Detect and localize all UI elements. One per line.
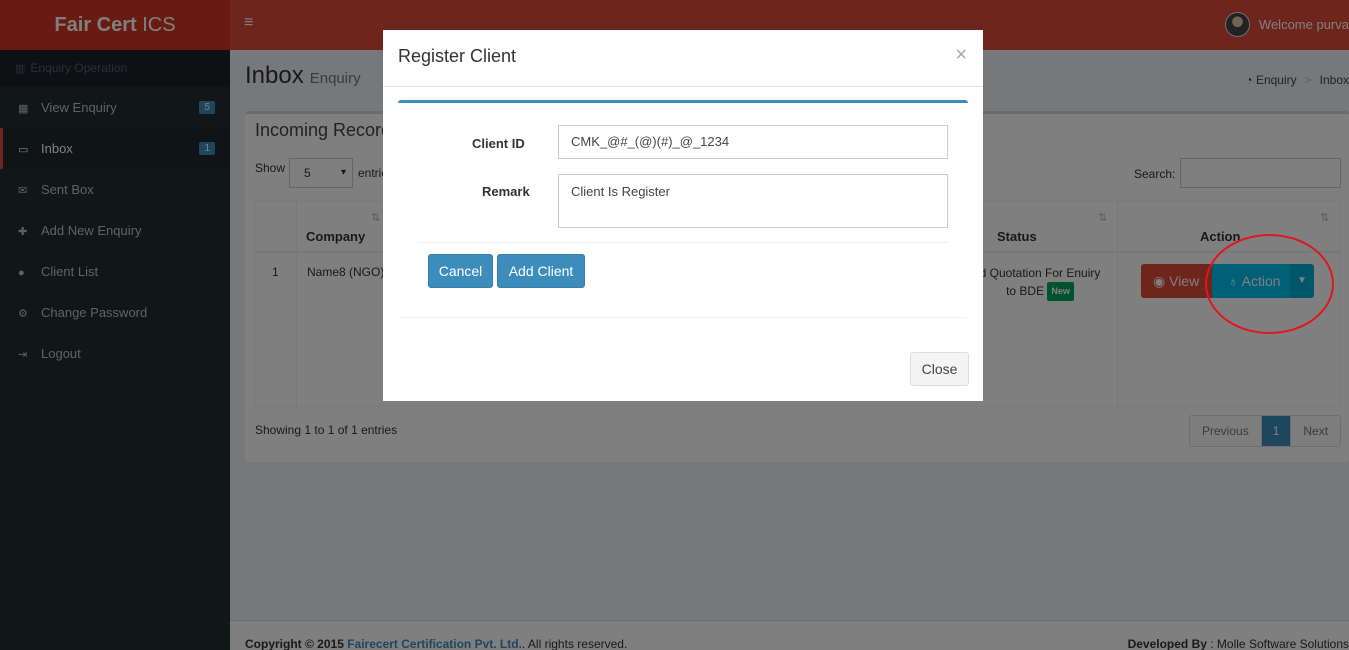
client-id-field[interactable]: CMK_@#_(@)(#)_@_1234	[558, 125, 948, 159]
close-icon[interactable]: ×	[955, 44, 967, 67]
annotation-circle	[1205, 234, 1334, 334]
cancel-button[interactable]: Cancel	[428, 254, 493, 288]
register-client-modal: Register Client × Client ID CMK_@#_(@)(#…	[383, 30, 983, 401]
remark-textarea[interactable]: Client Is Register	[558, 174, 948, 228]
close-button[interactable]: Close	[910, 352, 969, 386]
add-client-button[interactable]: Add Client	[497, 254, 585, 288]
register-form: Client ID CMK_@#_(@)(#)_@_1234 Remark Cl…	[398, 100, 968, 318]
remark-label: Remark	[482, 184, 530, 199]
modal-title: Register Client	[398, 46, 517, 66]
client-id-label: Client ID	[472, 136, 525, 151]
